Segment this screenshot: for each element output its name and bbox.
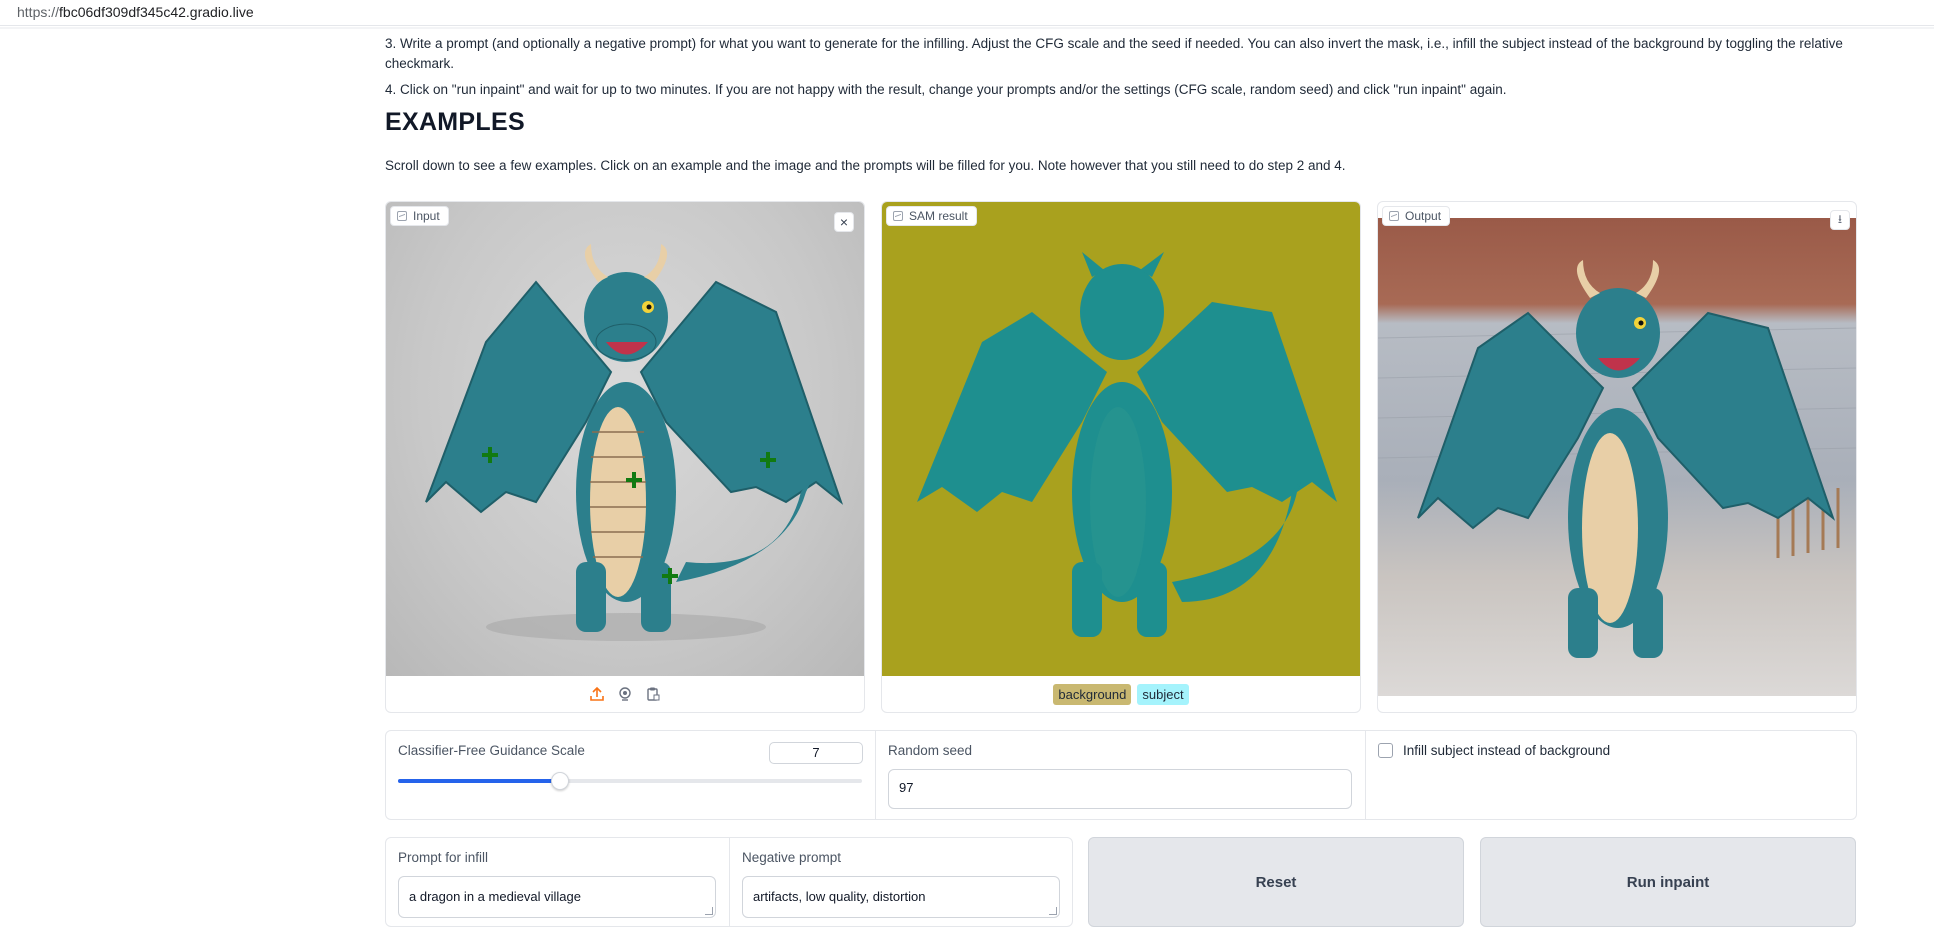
invert-mask-label: Infill subject instead of background xyxy=(1403,743,1611,758)
sam-result-panel: SAM result background subject xyxy=(881,201,1361,713)
browser-url-bar[interactable]: https://fbc06df309df345c42.gradio.live xyxy=(0,0,1934,26)
negative-prompt-textarea[interactable]: artifacts, low quality, distortion xyxy=(742,876,1060,918)
close-icon: × xyxy=(839,214,849,230)
download-icon: ⭳ xyxy=(1837,211,1843,226)
output-image xyxy=(1378,218,1856,696)
resize-grip-icon[interactable] xyxy=(705,907,713,915)
examples-heading: EXAMPLES xyxy=(385,108,525,136)
image-icon xyxy=(397,211,407,221)
webcam-icon[interactable] xyxy=(617,686,633,702)
clipboard-icon[interactable] xyxy=(645,686,661,702)
infill-prompt-label: Prompt for infill xyxy=(398,850,489,865)
negative-prompt-value: artifacts, low quality, distortion xyxy=(753,889,926,904)
invert-mask-row[interactable]: Infill subject instead of background xyxy=(1378,743,1610,758)
run-inpaint-button[interactable]: Run inpaint xyxy=(1480,837,1856,927)
sam-mask-illustration xyxy=(917,252,1337,637)
settings-row: Classifier-Free Guidance Scale 7 Random … xyxy=(385,730,1857,820)
input-image[interactable] xyxy=(386,202,864,676)
infill-prompt-control: Prompt for infill a dragon in a medieval… xyxy=(386,838,729,926)
legend-subject-chip: subject xyxy=(1137,683,1189,705)
legend-background-chip: background xyxy=(1053,683,1132,705)
reset-button[interactable]: Reset xyxy=(1088,837,1464,927)
prompts-group: Prompt for infill a dragon in a medieval… xyxy=(385,837,1073,927)
url-protocol: https:// xyxy=(17,4,60,20)
output-image-panel: Output ⭳ xyxy=(1377,201,1857,713)
cfg-scale-slider[interactable] xyxy=(398,772,862,790)
instructions: 3. Write a prompt (and optionally a nega… xyxy=(385,34,1857,100)
cfg-scale-label: Classifier-Free Guidance Scale xyxy=(398,743,585,758)
input-image-panel[interactable]: Input × xyxy=(385,201,865,713)
cfg-scale-control: Classifier-Free Guidance Scale 7 xyxy=(386,731,875,819)
negative-prompt-label: Negative prompt xyxy=(742,850,842,865)
output-label: Output xyxy=(1382,206,1451,226)
image-icon xyxy=(893,211,903,221)
dragon-input-illustration xyxy=(425,244,844,641)
random-seed-control: Random seed 97 xyxy=(875,731,1365,819)
infill-prompt-value: a dragon in a medieval village xyxy=(409,889,581,904)
examples-note: Scroll down to see a few examples. Click… xyxy=(385,158,1346,173)
image-icon xyxy=(1389,211,1399,221)
invert-mask-control: Infill subject instead of background xyxy=(1365,731,1856,819)
negative-prompt-control: Negative prompt artifacts, low quality, … xyxy=(729,838,1072,926)
divider xyxy=(0,27,1934,29)
download-button[interactable]: ⭳ xyxy=(1830,210,1850,230)
input-source-toolbar xyxy=(386,676,864,712)
input-label: Input xyxy=(390,206,449,226)
upload-icon[interactable] xyxy=(589,686,605,702)
url-host: fbc06df309df345c42.gradio.live xyxy=(59,4,254,20)
random-seed-label: Random seed xyxy=(888,743,973,758)
sam-result-image xyxy=(882,202,1360,676)
instruction-step-4: 4. Click on "run inpaint" and wait for u… xyxy=(385,82,1507,97)
resize-grip-icon[interactable] xyxy=(1049,907,1057,915)
input-label-text: Input xyxy=(413,209,440,223)
sam-label-text: SAM result xyxy=(909,209,968,223)
url-text[interactable]: https://fbc06df309df345c42.gradio.live xyxy=(17,4,254,20)
infill-prompt-textarea[interactable]: a dragon in a medieval village xyxy=(398,876,716,918)
clear-image-button[interactable]: × xyxy=(834,212,854,232)
instruction-step-3: 3. Write a prompt (and optionally a nega… xyxy=(385,36,1843,71)
sam-result-label: SAM result xyxy=(886,206,977,226)
invert-mask-checkbox[interactable] xyxy=(1378,743,1393,758)
random-seed-input[interactable]: 97 xyxy=(888,769,1352,809)
sam-legend: background subject xyxy=(882,676,1360,712)
slider-fill xyxy=(398,779,561,783)
slider-thumb[interactable] xyxy=(551,772,570,790)
dragon-output-illustration xyxy=(1378,260,1856,658)
cfg-scale-number-input[interactable]: 7 xyxy=(769,742,863,764)
output-label-text: Output xyxy=(1405,209,1442,223)
